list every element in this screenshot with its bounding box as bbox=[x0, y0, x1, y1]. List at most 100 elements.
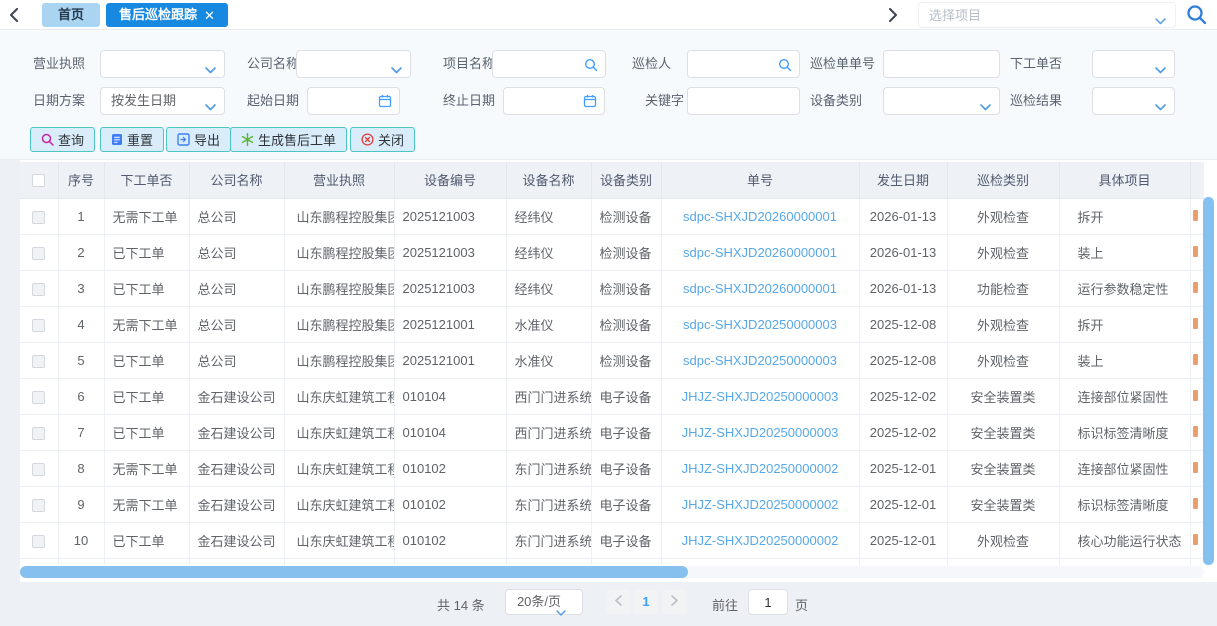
filter-keyword-input[interactable] bbox=[687, 87, 800, 115]
chevron-left-icon bbox=[615, 595, 622, 606]
order-link[interactable]: sdpc-SHXJD20260000001 bbox=[683, 245, 837, 260]
filter-start-date-input[interactable] bbox=[307, 87, 400, 115]
row-checkbox[interactable] bbox=[32, 427, 45, 440]
project-select[interactable] bbox=[918, 2, 1176, 28]
filter-date-plan-label: 日期方案 bbox=[33, 87, 85, 115]
cell-license: 山东庆虹建筑工程有限公司 bbox=[284, 558, 394, 565]
cell-device-type: 检测设备 bbox=[591, 198, 661, 234]
horizontal-scrollbar-track[interactable] bbox=[20, 566, 1204, 578]
filter-order-no-text[interactable] bbox=[893, 51, 974, 77]
tab-after-sales-inspection[interactable]: 售后巡检跟踪 ✕ bbox=[106, 3, 228, 27]
asterisk-icon bbox=[241, 133, 254, 146]
horizontal-scrollbar-thumb[interactable] bbox=[20, 566, 688, 578]
filter-project-input[interactable] bbox=[492, 50, 606, 78]
cell-category: 外观检查 bbox=[947, 306, 1059, 342]
row-checkbox[interactable] bbox=[32, 211, 45, 224]
order-link[interactable]: sdpc-SHXJD20250000003 bbox=[683, 353, 837, 368]
cell-category: 综合检查 bbox=[947, 558, 1059, 565]
table-row: 10 已下工单 金石建设公司 山东庆虹建筑工程有限公司 010102 东门门进系… bbox=[20, 522, 1204, 558]
cell-work-order: 已下工单 bbox=[104, 270, 189, 306]
row-checkbox[interactable] bbox=[32, 463, 45, 476]
generate-button-label: 生成售后工单 bbox=[258, 130, 336, 149]
generate-work-order-button[interactable]: 生成售后工单 bbox=[230, 127, 347, 152]
filter-device-type-label: 设备类别 bbox=[810, 87, 862, 115]
clipped-cell bbox=[1193, 462, 1198, 473]
cell-date: 2025-12-08 bbox=[859, 306, 947, 342]
row-checkbox[interactable] bbox=[32, 391, 45, 404]
order-link[interactable]: sdpc-SHXJD20260000001 bbox=[683, 281, 837, 296]
filter-start-date-text[interactable] bbox=[317, 88, 372, 114]
cell-company: 总公司 bbox=[189, 342, 284, 378]
row-checkbox[interactable] bbox=[32, 247, 45, 260]
cell-device-name: 经纬仪 bbox=[506, 270, 591, 306]
table-row-partial: 11 已下工单 金石建设公司 山东庆虹建筑工程有限公司 010102 东门门进系… bbox=[20, 558, 1204, 565]
tab-home[interactable]: 首页 bbox=[42, 3, 100, 27]
order-link[interactable]: sdpc-SHXJD20260000001 bbox=[683, 209, 837, 224]
header-category: 巡检类别 bbox=[947, 162, 1059, 198]
cell-license: 山东鹏程控股集团有限公司 bbox=[284, 342, 394, 378]
filter-license-label: 营业执照 bbox=[33, 50, 85, 78]
filter-end-date-input[interactable] bbox=[503, 87, 605, 115]
clipped-cell bbox=[1193, 426, 1198, 437]
calendar-icon[interactable] bbox=[378, 94, 392, 111]
filter-date-plan-select[interactable]: 按发生日期 bbox=[100, 87, 225, 115]
filter-project-text[interactable] bbox=[502, 51, 580, 77]
cell-company: 金石建设公司 bbox=[189, 558, 284, 565]
cell-item: 装上 bbox=[1059, 342, 1190, 378]
tab-close-icon[interactable]: ✕ bbox=[204, 9, 215, 22]
filter-result-select[interactable] bbox=[1092, 87, 1175, 115]
search-icon[interactable] bbox=[778, 58, 792, 75]
cell-company: 金石建设公司 bbox=[189, 378, 284, 414]
cell-device-type: 检测设备 bbox=[591, 234, 661, 270]
clipped-cell bbox=[1193, 534, 1198, 545]
cell-device-code: 010102 bbox=[394, 450, 506, 486]
calendar-icon[interactable] bbox=[583, 94, 597, 111]
search-icon[interactable] bbox=[584, 58, 598, 75]
cell-work-order: 已下工单 bbox=[104, 414, 189, 450]
row-checkbox[interactable] bbox=[32, 499, 45, 512]
cell-company: 金石建设公司 bbox=[189, 450, 284, 486]
current-page[interactable]: 1 bbox=[634, 590, 658, 614]
cell-device-code: 2025121003 bbox=[394, 234, 506, 270]
filter-license-select[interactable] bbox=[100, 50, 225, 78]
prev-page-button[interactable] bbox=[606, 590, 630, 614]
filter-device-type-select[interactable] bbox=[883, 87, 1000, 115]
export-button[interactable]: 导出 bbox=[166, 127, 231, 152]
order-link[interactable]: JHJZ-SHXJD20250000002 bbox=[682, 461, 839, 476]
tabs-scroll-right-icon[interactable] bbox=[888, 8, 897, 25]
row-checkbox[interactable] bbox=[32, 319, 45, 332]
next-page-button[interactable] bbox=[662, 590, 686, 614]
order-link[interactable]: JHJZ-SHXJD20250000002 bbox=[682, 533, 839, 548]
tabs-scroll-left-icon[interactable] bbox=[10, 8, 19, 25]
order-link[interactable]: JHJZ-SHXJD20250000003 bbox=[682, 389, 839, 404]
search-button[interactable]: 查询 bbox=[30, 127, 95, 152]
cell-item: 标识标签清晰度 bbox=[1059, 486, 1190, 522]
filter-company-select[interactable] bbox=[296, 50, 411, 78]
top-search-icon[interactable] bbox=[1186, 4, 1208, 26]
row-checkbox[interactable] bbox=[32, 535, 45, 548]
project-select-input[interactable] bbox=[929, 3, 1139, 27]
cell-device-type: 检测设备 bbox=[591, 306, 661, 342]
filter-inspector-input[interactable] bbox=[687, 50, 800, 78]
vertical-scrollbar[interactable] bbox=[1203, 197, 1214, 565]
close-button[interactable]: 关闭 bbox=[350, 127, 415, 152]
cell-device-type: 电子设备 bbox=[591, 558, 661, 565]
order-link[interactable]: JHJZ-SHXJD20250000003 bbox=[682, 425, 839, 440]
filter-keyword-text[interactable] bbox=[697, 88, 775, 114]
order-link[interactable]: sdpc-SHXJD20250000003 bbox=[683, 317, 837, 332]
order-link[interactable]: JHJZ-SHXJD20250000002 bbox=[682, 497, 839, 512]
select-all-checkbox[interactable] bbox=[32, 174, 45, 187]
reset-button[interactable]: 重置 bbox=[100, 127, 164, 152]
row-checkbox[interactable] bbox=[32, 355, 45, 368]
page-size-select[interactable]: 20条/页 bbox=[505, 589, 583, 615]
filter-order-no-input[interactable] bbox=[883, 50, 1000, 78]
cell-device-code: 2025121003 bbox=[394, 270, 506, 306]
cell-category: 外观检查 bbox=[947, 234, 1059, 270]
filter-order-no-label: 巡检单单号 bbox=[810, 50, 875, 78]
filter-inspector-text[interactable] bbox=[697, 51, 775, 77]
row-checkbox[interactable] bbox=[32, 283, 45, 296]
goto-page-input[interactable] bbox=[748, 589, 788, 615]
goto-unit: 页 bbox=[795, 595, 808, 614]
filter-end-date-text[interactable] bbox=[513, 88, 573, 114]
filter-work-order-select[interactable] bbox=[1092, 50, 1175, 78]
